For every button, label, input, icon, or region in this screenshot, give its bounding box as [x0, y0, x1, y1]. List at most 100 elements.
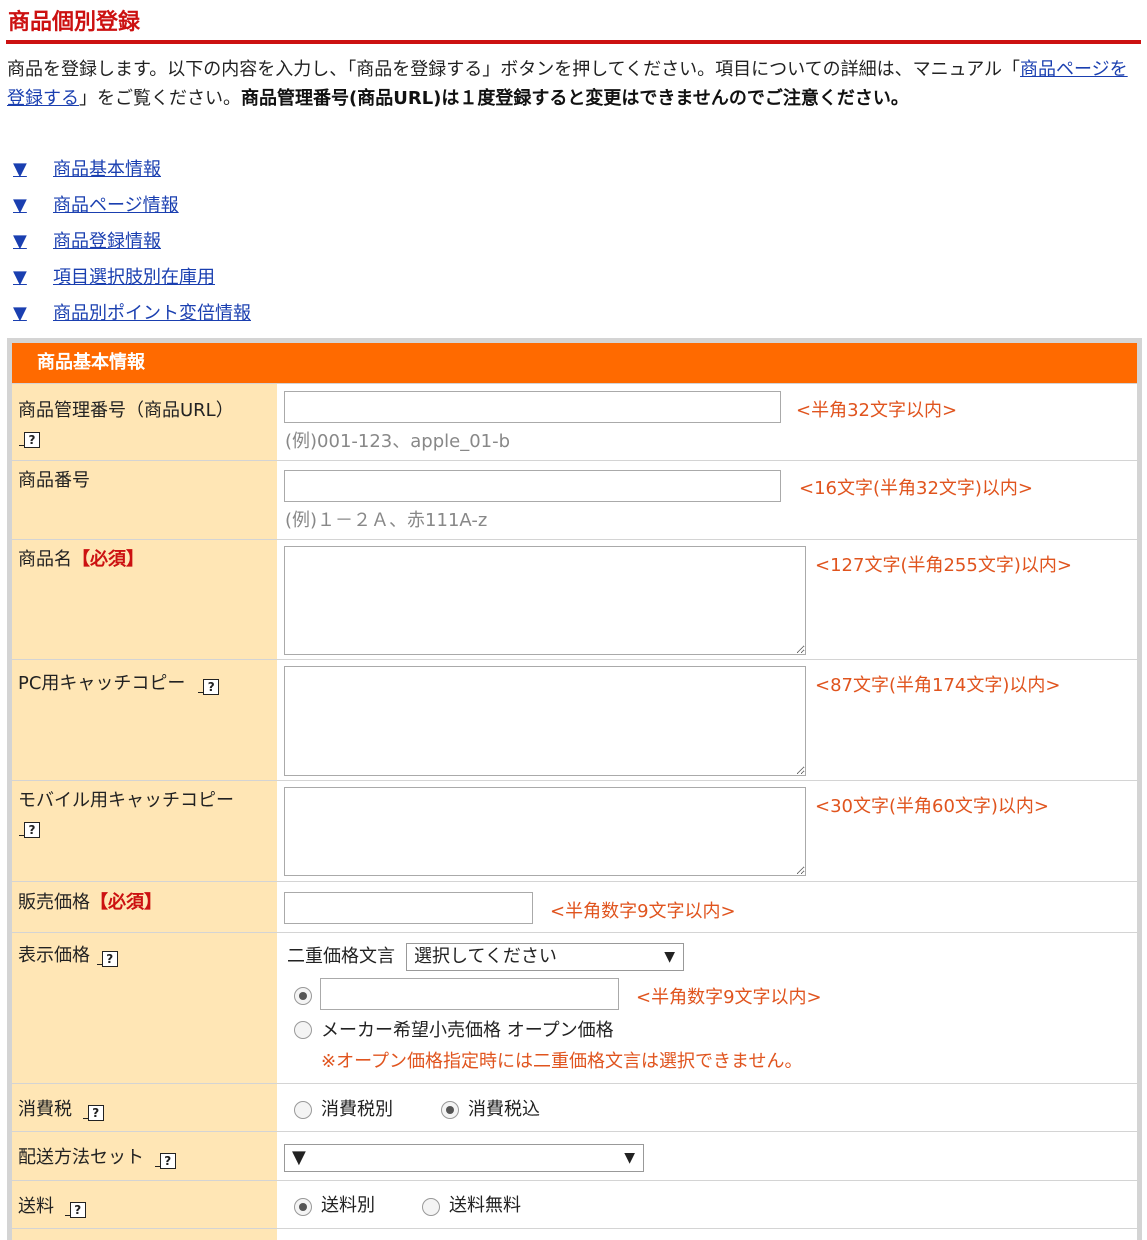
row-item-no: 商品番号 <16文字(半角32文字)以内> (例)１－２Ａ、赤111A-z [12, 461, 1137, 539]
row-next-partial [12, 1229, 1137, 1240]
chevron-down-icon: ▼ [624, 1150, 635, 1166]
field-label: モバイル用キャッチコピー [18, 790, 234, 811]
label-cell: 配送方法セット ? [12, 1132, 277, 1180]
triangle-down-icon: ▼ [13, 303, 27, 324]
triangle-down-icon: ▼ [13, 267, 27, 288]
radio-price-entry[interactable] [294, 987, 312, 1005]
basic-info-form: 商品基本情報 商品管理番号（商品URL） ? <半角32文字以内> (例)001… [7, 338, 1142, 1240]
select-value: 選択してください [414, 946, 557, 967]
label-cell: 消費税 ? [12, 1084, 277, 1131]
field-label: 配送方法セット [18, 1147, 144, 1168]
limit-hint: <半角32文字以内> [796, 400, 958, 421]
open-price-note: ※オープン価格指定時には二重価格文言は選択できません。 [321, 1051, 803, 1072]
limit-hint: <半角数字9文字以内> [636, 987, 822, 1008]
field-label: 商品番号 [18, 470, 90, 491]
limit-hint: <127文字(半角255文字)以内> [815, 555, 1072, 576]
value-cell: ▼ ▼ [278, 1132, 1137, 1180]
value-cell: <半角数字9文字以内> [278, 882, 1137, 932]
double-price-label: 二重価格文言 [287, 946, 395, 967]
item-name-textarea[interactable] [284, 546, 806, 655]
toc-label: 項目選択肢別在庫用 [53, 267, 215, 288]
label-cell: PC用キャッチコピー ? [12, 660, 277, 780]
intro-text-1: 商品を登録します。以下の内容を入力し、「商品を登録する」ボタンを押してください。… [7, 59, 1021, 80]
value-cell [278, 1229, 1137, 1240]
radio-tax-excluded[interactable] [294, 1101, 312, 1119]
label-cell: 商品番号 [12, 461, 277, 539]
label-cell: 表示価格 ? [12, 933, 277, 1083]
toc-label: 商品基本情報 [53, 159, 161, 180]
radio-tax-included[interactable] [441, 1101, 459, 1119]
required-mark: 【必須】 [72, 549, 144, 570]
field-label: 商品管理番号（商品URL） [18, 400, 234, 421]
row-manage-no: 商品管理番号（商品URL） ? <半角32文字以内> (例)001-123、ap… [12, 384, 1137, 460]
double-price-select[interactable]: 選択してください ▼ [406, 943, 684, 971]
help-icon[interactable]: ? [19, 822, 40, 838]
value-cell: <30文字(半角60文字)以内> [278, 781, 1137, 881]
example-text: (例)１－２Ａ、赤111A-z [285, 510, 488, 531]
row-tax: 消費税 ? 消費税別 消費税込 [12, 1084, 1137, 1131]
field-label: 表示価格 [18, 945, 90, 966]
radio-open-price[interactable] [294, 1021, 312, 1039]
toc-label: 商品別ポイント変倍情報 [53, 303, 251, 324]
item-no-input[interactable] [284, 470, 781, 502]
label-cell: 商品名【必須】 [12, 540, 277, 659]
example-text: (例)001-123、apple_01-b [285, 431, 511, 452]
help-icon[interactable]: ? [198, 679, 220, 695]
intro-warning: 商品管理番号(商品URL)は１度登録すると変更はできませんのでご注意ください。 [241, 88, 909, 109]
help-icon[interactable]: ? [19, 432, 40, 448]
help-icon[interactable]: ? [82, 1105, 104, 1121]
value-cell: 送料別 送料無料 [278, 1181, 1137, 1228]
radio-shipping-free[interactable] [422, 1198, 440, 1216]
value-cell: 消費税別 消費税込 [278, 1084, 1137, 1131]
delivery-set-select[interactable]: ▼ ▼ [284, 1144, 644, 1172]
value-cell: <16文字(半角32文字)以内> (例)１－２Ａ、赤111A-z [278, 461, 1137, 539]
triangle-down-icon: ▼ [13, 195, 27, 216]
mobile-catch-textarea[interactable] [284, 787, 806, 876]
toc-register-info[interactable]: ▼ 商品登録情報 [13, 228, 251, 264]
triangle-down-icon: ▼ [13, 231, 27, 252]
triangle-down-icon: ▼ [13, 159, 27, 180]
help-icon[interactable]: ? [154, 1153, 176, 1169]
row-delivery-set: 配送方法セット ? ▼ ▼ [12, 1132, 1137, 1180]
limit-hint: <87文字(半角174文字)以内> [815, 675, 1061, 696]
display-price-input[interactable] [320, 978, 619, 1010]
pc-catch-textarea[interactable] [284, 666, 806, 776]
tax-included-label: 消費税込 [468, 1099, 540, 1120]
intro-text: 商品を登録します。以下の内容を入力し、「商品を登録する」ボタンを押してください。… [7, 55, 1137, 113]
toc-page-info[interactable]: ▼ 商品ページ情報 [13, 192, 251, 228]
help-icon[interactable]: ? [64, 1202, 86, 1218]
value-cell: 二重価格文言 選択してください ▼ <半角数字9文字以内> メーカー希望小売価格 … [278, 933, 1137, 1083]
price-input[interactable] [284, 892, 533, 924]
value-cell: <127文字(半角255文字)以内> [278, 540, 1137, 659]
toc-option-stock[interactable]: ▼ 項目選択肢別在庫用 [13, 264, 251, 300]
label-cell: 商品管理番号（商品URL） ? [12, 384, 277, 460]
value-cell: <半角32文字以内> (例)001-123、apple_01-b [278, 384, 1137, 460]
row-display-price: 表示価格 ? 二重価格文言 選択してください ▼ <半角数字9文字以内> メーカー… [12, 933, 1137, 1083]
radio-shipping-separate[interactable] [294, 1198, 312, 1216]
field-label: 消費税 [18, 1099, 72, 1120]
toc-label: 商品登録情報 [53, 231, 161, 252]
page-title: 商品個別登録 [8, 10, 141, 35]
toc-label: 商品ページ情報 [53, 195, 179, 216]
label-cell: 販売価格【必須】 [12, 882, 277, 932]
chevron-down-icon: ▼ [664, 949, 675, 965]
select-value: ▼ [292, 1147, 306, 1168]
label-cell [12, 1229, 277, 1240]
label-cell: 送料 ? [12, 1181, 277, 1228]
row-item-name: 商品名【必須】 <127文字(半角255文字)以内> [12, 540, 1137, 659]
manage-no-input[interactable] [284, 391, 781, 423]
label-cell: モバイル用キャッチコピー ? [12, 781, 277, 881]
field-label: 送料 [18, 1196, 54, 1217]
row-pc-catch: PC用キャッチコピー ? <87文字(半角174文字)以内> [12, 660, 1137, 780]
intro-text-2: 」をご覧ください。 [79, 88, 241, 109]
row-shipping: 送料 ? 送料別 送料無料 [12, 1181, 1137, 1228]
toc-point-rate[interactable]: ▼ 商品別ポイント変倍情報 [13, 300, 251, 336]
help-icon[interactable]: ? [96, 951, 118, 967]
limit-hint: <半角数字9文字以内> [550, 901, 736, 922]
tax-excluded-label: 消費税別 [321, 1099, 393, 1120]
open-price-label: メーカー希望小売価格 オープン価格 [321, 1020, 614, 1041]
toc-basic-info[interactable]: ▼ 商品基本情報 [13, 156, 251, 192]
limit-hint: <16文字(半角32文字)以内> [799, 478, 1034, 499]
value-cell: <87文字(半角174文字)以内> [278, 660, 1137, 780]
title-rule [6, 40, 1141, 44]
